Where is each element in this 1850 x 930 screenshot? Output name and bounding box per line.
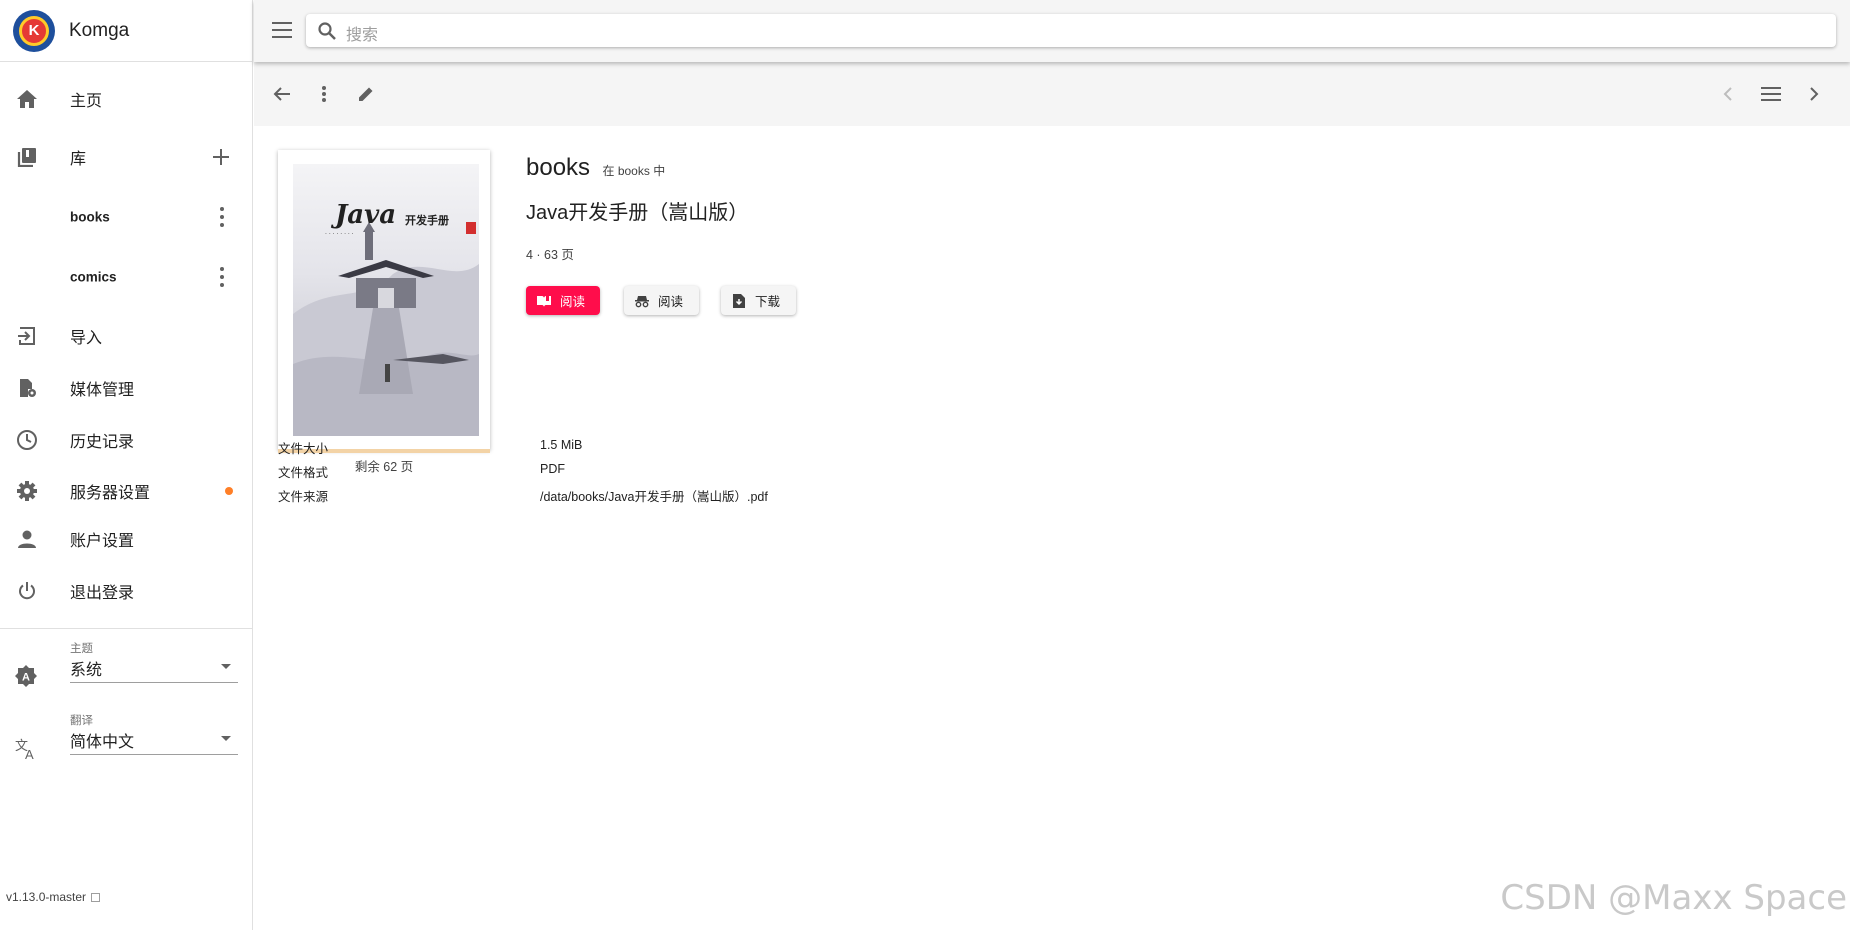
theme-brightness-icon: A	[14, 664, 38, 688]
library-item-comics[interactable]: comics	[0, 251, 253, 303]
read-button-label: 阅读	[560, 295, 586, 309]
select-underline	[70, 754, 238, 755]
nav-label-media-management: 媒体管理	[70, 382, 135, 399]
svg-text:A: A	[25, 747, 34, 760]
file-source-value: /data/books/Java开发手册（嵩山版）.pdf	[540, 490, 768, 504]
theme-caption: 主题	[70, 643, 93, 655]
nav-item-history[interactable]: 历史记录	[0, 414, 253, 466]
gear-icon	[15, 479, 39, 503]
dropdown-arrow-icon	[221, 736, 231, 741]
file-format-value: PDF	[540, 462, 565, 476]
book-details: · · · · · · · · Java 开发手册 剩余 62 页 books …	[254, 126, 1850, 930]
library-books-icon	[15, 145, 39, 169]
sidebar-divider	[0, 628, 253, 629]
download-label: 下载	[755, 295, 781, 309]
back-arrow-icon[interactable]	[270, 82, 294, 106]
navigation-drawer: K Komga 主页 库 books comics 导入 媒体管理 历史记录 服…	[0, 0, 253, 930]
book-toolbar	[254, 62, 1850, 126]
language-select[interactable]: 文A 翻译 简体中文	[0, 710, 253, 770]
version-link[interactable]: v1.13.0-master	[6, 890, 101, 904]
chevron-left-icon[interactable]	[1716, 82, 1740, 106]
search-input[interactable]: 搜索	[306, 14, 1836, 47]
read-incognito-button[interactable]: 阅读	[624, 286, 699, 315]
more-vert-icon[interactable]	[219, 207, 225, 227]
person-icon	[15, 527, 39, 551]
nav-label-home: 主页	[70, 93, 103, 110]
version-text: v1.13.0-master	[6, 890, 87, 904]
file-source-key: 文件来源	[278, 490, 329, 504]
nav-item-library[interactable]: 库	[0, 131, 253, 183]
library-context: 在 books 中	[602, 164, 666, 178]
media-management-icon	[15, 376, 39, 400]
power-icon	[15, 579, 39, 603]
file-download-icon	[731, 293, 747, 309]
dropdown-arrow-icon	[221, 664, 231, 669]
theme-value: 系统	[70, 662, 103, 679]
nav-item-logout[interactable]: 退出登录	[0, 565, 253, 617]
brand[interactable]: K Komga	[0, 0, 252, 62]
library-label: books	[70, 209, 110, 225]
book-heading: books 在 books 中	[526, 154, 665, 182]
watermark-text: CSDN @Maxx Space	[1500, 878, 1847, 918]
nav-label-account-settings: 账户设置	[70, 533, 135, 550]
nav-item-media-management[interactable]: 媒体管理	[0, 362, 253, 414]
search-placeholder: 搜索	[346, 27, 379, 44]
menu-icon[interactable]	[272, 22, 292, 38]
history-clock-icon	[15, 428, 39, 452]
library-item-books[interactable]: books	[0, 191, 253, 243]
search-icon	[318, 22, 336, 40]
cover-title-text: Java	[335, 200, 397, 230]
book-cover[interactable]: · · · · · · · · Java 开发手册	[278, 150, 490, 453]
app-bar: 搜索	[254, 0, 1850, 62]
incognito-icon	[634, 293, 650, 309]
nav-label-library: 库	[70, 151, 87, 168]
list-menu-icon[interactable]	[1759, 82, 1783, 106]
app-name: Komga	[69, 19, 130, 41]
theme-select[interactable]: A 主题 系统	[0, 638, 253, 698]
home-icon	[15, 87, 39, 111]
cover-subtitle-text: 开发手册	[405, 215, 449, 227]
nav-label-history: 历史记录	[70, 434, 135, 451]
svg-text:· · · · · · · ·: · · · · · · · ·	[325, 231, 354, 238]
svg-text:A: A	[22, 672, 30, 684]
cover-image: · · · · · · · · Java 开发手册	[293, 164, 479, 436]
translate-icon: 文A	[14, 736, 38, 762]
download-button[interactable]: 下载	[721, 286, 796, 315]
book-open-icon	[536, 293, 552, 309]
file-size-key: 文件大小	[278, 442, 329, 456]
nav-label-server-settings: 服务器设置	[70, 485, 151, 502]
import-icon	[15, 324, 39, 348]
nav-label-import: 导入	[70, 330, 103, 347]
open-in-new-icon	[91, 892, 101, 902]
select-underline	[70, 682, 238, 683]
nav-label-logout: 退出登录	[70, 585, 135, 602]
page-count: 4 · 63 页	[526, 248, 574, 262]
add-library-button[interactable]	[213, 149, 229, 165]
komga-logo: K	[13, 9, 55, 52]
language-caption: 翻译	[70, 715, 93, 727]
nav-item-import[interactable]: 导入	[0, 310, 253, 362]
file-format-key: 文件格式	[278, 466, 329, 480]
nav-item-account-settings[interactable]: 账户设置	[0, 513, 253, 565]
language-value: 简体中文	[70, 734, 135, 751]
read-button[interactable]: 阅读	[526, 286, 600, 315]
library-label: comics	[70, 269, 117, 285]
more-vert-icon[interactable]	[219, 267, 225, 287]
book-title: Java开发手册（嵩山版）	[526, 202, 749, 224]
read-incognito-label: 阅读	[658, 295, 684, 309]
edit-pencil-icon[interactable]	[354, 82, 378, 106]
chevron-right-icon[interactable]	[1802, 82, 1826, 106]
notification-dot	[225, 487, 233, 495]
series-name[interactable]: books	[526, 154, 590, 181]
nav-item-server-settings[interactable]: 服务器设置	[0, 465, 253, 517]
nav-item-home[interactable]: 主页	[0, 73, 253, 125]
file-size-value: 1.5 MiB	[540, 438, 583, 452]
more-vert-icon[interactable]	[312, 82, 336, 106]
